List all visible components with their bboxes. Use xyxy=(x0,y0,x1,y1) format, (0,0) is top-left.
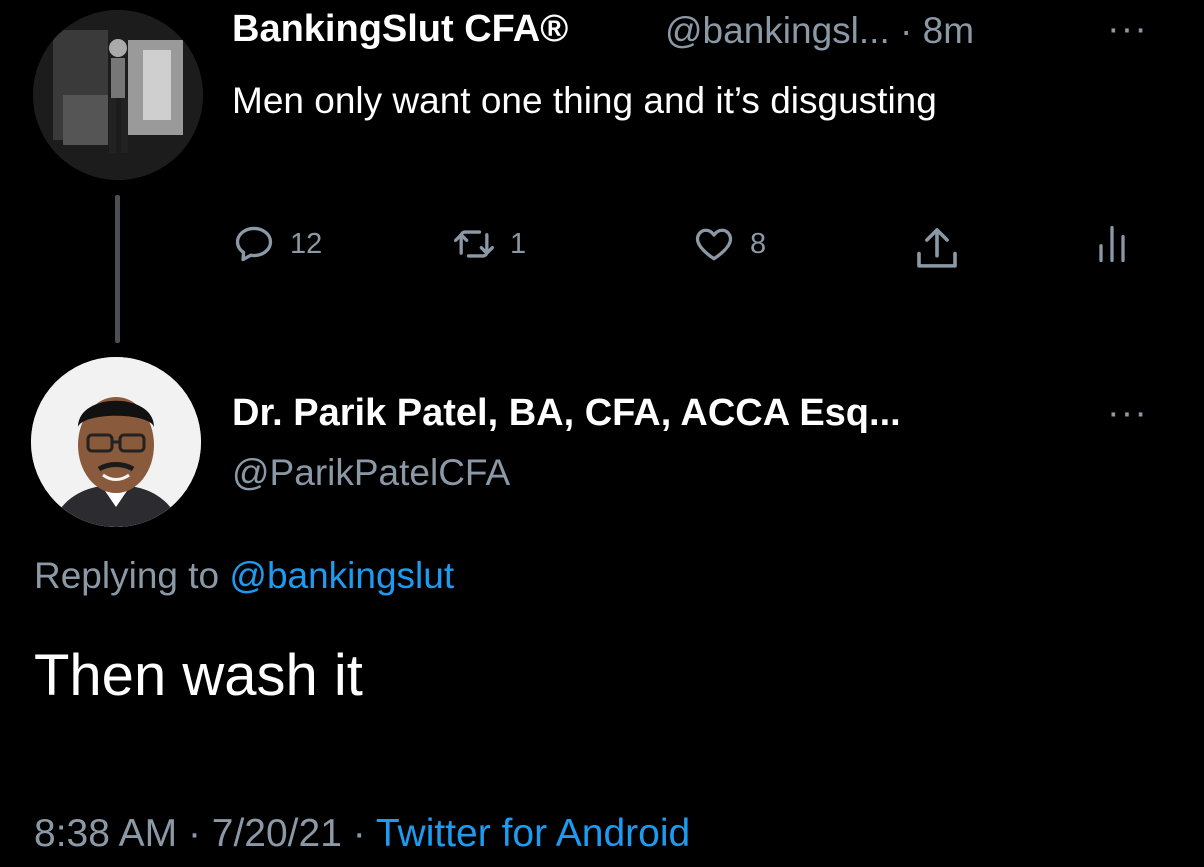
tweet-footer: 8:38 AM · 7/20/21 · Twitter for Android xyxy=(34,812,690,856)
analytics-button[interactable] xyxy=(1092,222,1132,266)
retweet-count: 1 xyxy=(510,227,527,260)
reply-count: 12 xyxy=(290,227,323,260)
tweet-time[interactable]: 8:38 AM xyxy=(34,812,177,855)
tweet-time-ago[interactable]: 8m xyxy=(923,10,974,51)
replying-to-mention[interactable]: @bankingslut xyxy=(229,555,454,596)
avatar-image xyxy=(31,357,201,527)
tweet-text: Men only want one thing and it’s disgust… xyxy=(232,80,937,121)
more-options-icon[interactable]: ··· xyxy=(1107,392,1148,435)
tweet-source-link[interactable]: Twitter for Android xyxy=(376,812,690,855)
replying-prefix: Replying to xyxy=(34,555,220,596)
avatar-bankingslut[interactable] xyxy=(33,10,203,180)
retweet-icon xyxy=(454,230,494,258)
heart-icon xyxy=(695,228,733,261)
footer-separator: · xyxy=(187,812,201,855)
share-button[interactable] xyxy=(910,222,964,276)
author-handle[interactable]: @ParikPatelCFA xyxy=(232,452,510,494)
like-count: 8 xyxy=(750,227,767,260)
share-icon xyxy=(917,228,957,268)
footer-separator: · xyxy=(352,812,366,855)
reply-icon xyxy=(235,226,273,262)
tweet-meta: @bankingsl... · 8m xyxy=(665,10,974,52)
meta-separator: · xyxy=(900,10,913,51)
author-display-name[interactable]: BankingSlut CFA® xyxy=(232,8,568,51)
author-handle[interactable]: @bankingsl... xyxy=(665,10,890,51)
thread-connector-line xyxy=(115,195,120,343)
like-button[interactable]: 8 xyxy=(692,222,766,266)
retweet-button[interactable]: 1 xyxy=(452,222,526,266)
more-options-icon[interactable]: ··· xyxy=(1107,8,1148,51)
reply-tweet-text: Then wash it xyxy=(34,643,363,708)
author-display-name[interactable]: Dr. Parik Patel, BA, CFA, ACCA Esq... xyxy=(232,392,901,435)
analytics-icon xyxy=(1099,225,1125,263)
replying-to-line: Replying to @bankingslut xyxy=(34,555,454,597)
reply-button[interactable]: 12 xyxy=(232,222,322,266)
tweet-date[interactable]: 7/20/21 xyxy=(212,812,342,855)
avatar-image xyxy=(33,10,203,180)
avatar-parikpatel[interactable] xyxy=(31,357,201,527)
